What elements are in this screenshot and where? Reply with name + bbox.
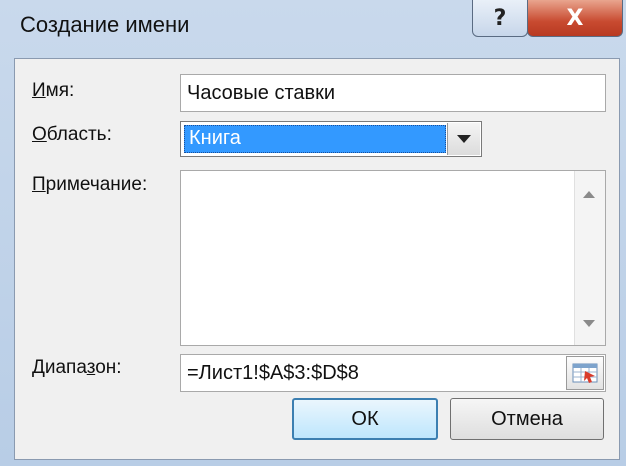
title-bar[interactable]: Создание имени ? X [0, 0, 626, 50]
range-label: Диапазон: [32, 357, 122, 378]
dialog-title: Создание имени [20, 12, 190, 37]
comment-text [181, 171, 605, 179]
comment-label: Примечание: [32, 174, 148, 195]
create-name-dialog: Создание имени ? X Имя: Часовые ставки О… [0, 0, 626, 466]
close-button[interactable]: X [527, 0, 623, 37]
scope-selected-value: Книга [184, 125, 446, 153]
scroll-down-icon[interactable] [583, 320, 595, 327]
scope-label: Область: [32, 124, 112, 145]
scope-dropdown[interactable]: Книга [180, 121, 482, 157]
chevron-down-icon [457, 134, 471, 143]
help-icon: ? [493, 5, 507, 31]
range-picker-button[interactable] [566, 356, 604, 390]
name-input[interactable]: Часовые ставки [180, 74, 606, 112]
scroll-up-icon[interactable] [583, 191, 595, 198]
close-icon: X [566, 5, 584, 31]
cancel-button[interactable]: Отмена [450, 398, 604, 440]
help-button[interactable]: ? [472, 0, 528, 37]
comment-textarea[interactable] [180, 170, 606, 346]
range-input[interactable]: =Лист1!$A$3:$D$8 [180, 354, 606, 392]
range-select-icon [572, 363, 598, 383]
name-label: Имя: [32, 80, 75, 101]
ok-button[interactable]: ОК [292, 398, 438, 440]
dropdown-button[interactable] [447, 123, 480, 155]
comment-scrollbar[interactable] [574, 171, 605, 345]
